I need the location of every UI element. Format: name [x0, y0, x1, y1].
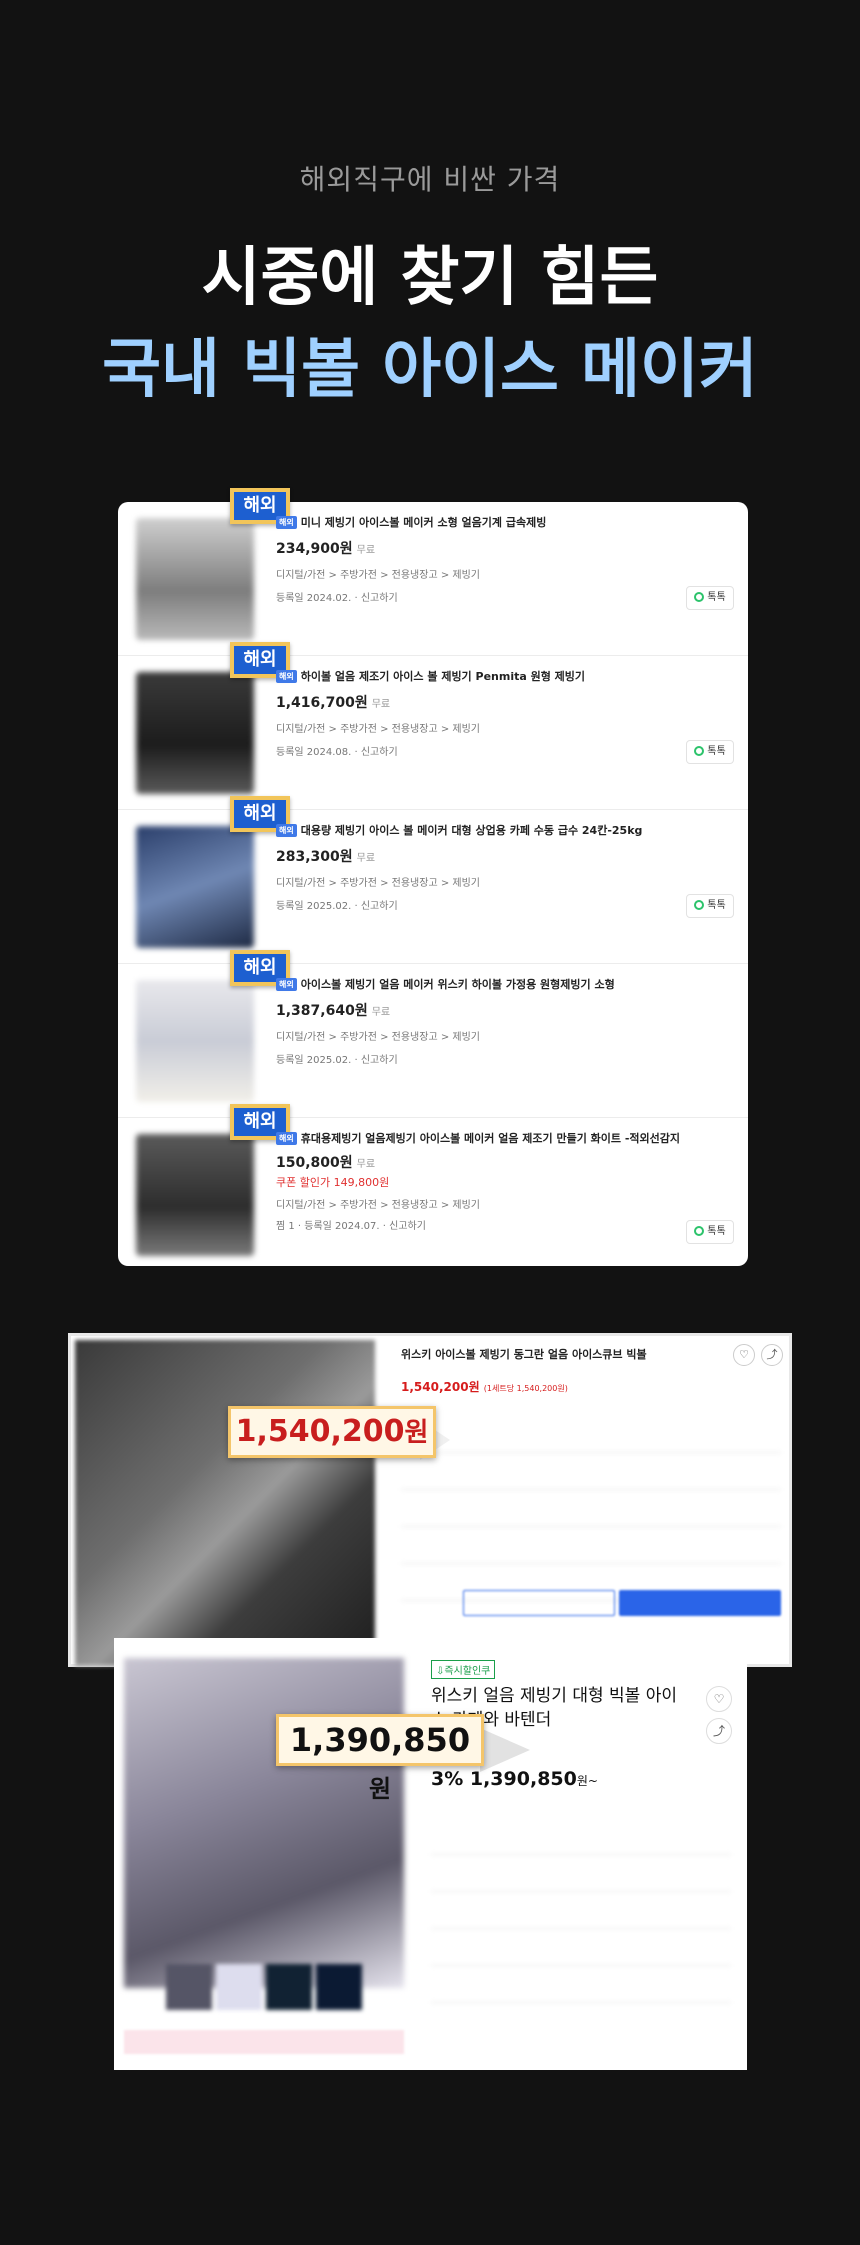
chat-icon — [694, 592, 705, 602]
shipping-label: 무료 — [356, 1159, 376, 1170]
overseas-tag: 해외 — [276, 516, 297, 529]
buy-button[interactable] — [619, 1590, 781, 1616]
chat-icon — [694, 746, 705, 756]
product-title[interactable]: 하이볼 얼음 제조기 아이스 볼 제빙기 Penmita 원형 제빙기 — [301, 670, 585, 683]
product-thumbnail[interactable] — [136, 672, 254, 794]
product-title[interactable]: 대용량 제빙기 아이스 볼 메이커 대형 상업용 카페 수동 급수 24칸-25… — [301, 824, 643, 837]
product-detail-screenshot-2: ⇩즉시할인쿠 위스키 얼음 제빙기 대형 빅볼 아이스 카페와 바텐더 ♡ ⤴ … — [114, 1638, 747, 2070]
register-date: 등록일 2024.08. — [276, 747, 352, 758]
chat-button[interactable]: 톡톡 — [686, 740, 734, 764]
product-image — [124, 1658, 404, 1988]
price-callout: 1,390,850원 — [276, 1714, 484, 1803]
category-path: 디지털/가전 > 주방가전 > 전용냉장고 > 제빙기 — [276, 570, 480, 581]
chat-icon — [694, 1226, 705, 1236]
info-rows — [431, 1818, 731, 2058]
hero-title-line2: 국내 빅볼 아이스 메이커 — [102, 333, 758, 407]
product-thumbnail[interactable] — [136, 826, 254, 948]
share-icon[interactable]: ⤴ — [706, 1718, 732, 1744]
product-price: 1,387,640원 — [276, 1003, 368, 1019]
product-price: 234,900원 — [276, 541, 353, 557]
list-item[interactable]: 해외 해외 미니 제빙기 아이스볼 메이커 소형 얼음기계 급속제빙 234,90… — [118, 488, 748, 656]
register-date: 등록일 2025.02. — [276, 901, 352, 912]
product-thumbnail[interactable] — [136, 980, 254, 1102]
report-link[interactable]: 신고하기 — [361, 747, 398, 758]
product-title[interactable]: 미니 제빙기 아이스볼 메이커 소형 얼음기계 급속제빙 — [301, 516, 547, 529]
callout-pointer — [480, 1728, 530, 1772]
register-date: 등록일 2025.02. — [276, 1055, 352, 1066]
product-image — [75, 1340, 375, 1666]
product-listing-panel: 해외 해외 미니 제빙기 아이스볼 메이커 소형 얼음기계 급속제빙 234,90… — [118, 488, 748, 1266]
report-link[interactable]: 신고하기 — [361, 1055, 398, 1066]
share-icon[interactable]: ⤴ — [761, 1344, 783, 1366]
product-title: 위스키 아이스볼 제빙기 동그란 얼음 아이스큐브 빅볼 — [401, 1348, 647, 1361]
overseas-tag: 해외 — [276, 978, 297, 991]
option-rows — [401, 1416, 781, 1666]
product-title[interactable]: 휴대용제빙기 얼음제빙기 아이스볼 메이커 얼음 제조기 만들기 화이트 -적외… — [301, 1132, 680, 1145]
product-thumbnail[interactable] — [136, 1134, 254, 1256]
price-callout: 1,540,200원 — [228, 1406, 436, 1458]
overseas-tag: 해외 — [276, 824, 297, 837]
category-path: 디지털/가전 > 주방가전 > 전용냉장고 > 제빙기 — [276, 1032, 480, 1043]
list-item[interactable]: 해외 해외 휴대용제빙기 얼음제빙기 아이스볼 메이커 얼음 제조기 만들기 화이… — [118, 1104, 748, 1266]
chat-icon — [694, 900, 705, 910]
chat-button[interactable]: 톡톡 — [686, 586, 734, 610]
report-link[interactable]: 신고하기 — [361, 901, 398, 912]
shipping-label: 무료 — [356, 853, 376, 864]
list-item[interactable]: 해외 해외 아이스볼 제빙기 얼음 메이커 위스키 하이볼 가정용 원형제빙기 소… — [118, 950, 748, 1118]
product-price: 1,540,200원 (1세트당 1,540,200원) — [401, 1380, 568, 1394]
hero-kicker: 해외직구에 비싼 가격 — [299, 163, 561, 196]
product-detail-screenshot-1: 위스키 아이스볼 제빙기 동그란 얼음 아이스큐브 빅볼 ♡ ⤴ 1,540,2… — [68, 1333, 792, 1667]
shipping-label: 무료 — [371, 1007, 391, 1018]
report-link[interactable]: 신고하기 — [389, 1221, 426, 1232]
category-path: 디지털/가전 > 주방가전 > 전용냉장고 > 제빙기 — [276, 1200, 480, 1211]
shipping-label: 무료 — [371, 699, 391, 710]
list-item[interactable]: 해외 해외 대용량 제빙기 아이스 볼 메이커 대형 상업용 카페 수동 급수 2… — [118, 796, 748, 964]
shipping-label: 무료 — [356, 545, 376, 556]
product-title[interactable]: 아이스볼 제빙기 얼음 메이커 위스키 하이볼 가정용 원형제빙기 소형 — [301, 978, 615, 991]
list-item[interactable]: 해외 해외 하이볼 얼음 제조기 아이스 볼 제빙기 Penmita 원형 제빙기… — [118, 642, 748, 810]
notice-bar — [124, 2030, 404, 2054]
product-price: 283,300원 — [276, 849, 353, 865]
report-link[interactable]: 신고하기 — [361, 593, 398, 604]
category-path: 디지털/가전 > 주방가전 > 전용냉장고 > 제빙기 — [276, 724, 480, 735]
heart-icon[interactable]: ♡ — [733, 1344, 755, 1366]
register-date: 찜 1 · 등록일 2024.07. — [276, 1221, 380, 1232]
product-price: 150,800원 — [276, 1155, 353, 1171]
overseas-tag: 해외 — [276, 1132, 297, 1145]
chat-button[interactable]: 톡톡 — [686, 894, 734, 918]
cart-button[interactable] — [463, 1590, 615, 1616]
overseas-tag: 해외 — [276, 670, 297, 683]
product-price: 1,416,700원 — [276, 695, 368, 711]
product-thumbnail[interactable] — [136, 518, 254, 640]
register-date: 등록일 2024.02. — [276, 593, 352, 604]
chat-button[interactable]: 톡톡 — [686, 1220, 734, 1244]
category-path: 디지털/가전 > 주방가전 > 전용냉장고 > 제빙기 — [276, 878, 480, 889]
hero-title-line1: 시중에 찾기 힘든 — [201, 241, 659, 315]
heart-icon[interactable]: ♡ — [706, 1686, 732, 1712]
coupon-price: 쿠폰 할인가 149,800원 — [276, 1176, 390, 1189]
instant-discount-tag: ⇩즉시할인쿠 — [431, 1660, 496, 1679]
thumbnail-strip[interactable] — [166, 1964, 366, 2016]
